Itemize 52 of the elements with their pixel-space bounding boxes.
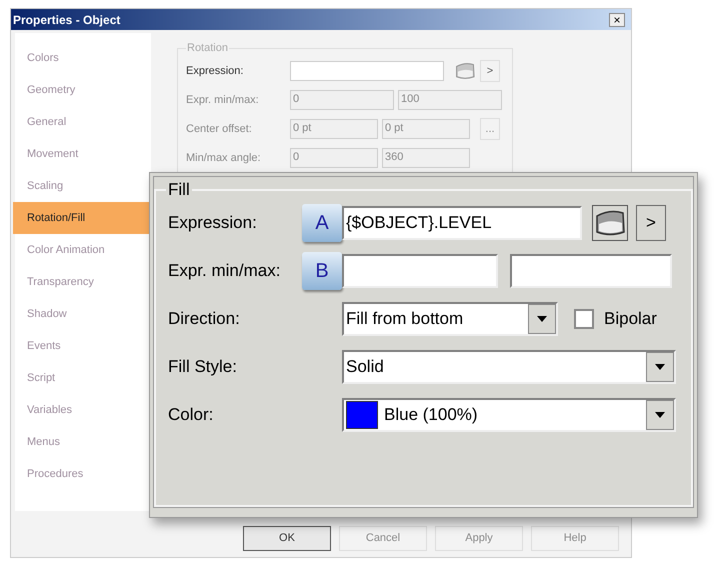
sidebar-item[interactable]: Menus <box>15 426 151 458</box>
field-label: Min/max angle: <box>186 150 262 166</box>
color-dropdown[interactable]: Blue (100%) <box>342 398 676 432</box>
badge: A <box>302 204 342 242</box>
expression-field[interactable]: {$OBJECT}.LEVEL <box>342 206 582 240</box>
min-field[interactable] <box>342 254 498 288</box>
dropdown-arrow-button[interactable] <box>646 352 674 382</box>
window-title: Properties - Object <box>13 12 120 28</box>
sidebar-item[interactable]: Geometry <box>15 74 151 106</box>
dropdown-arrow-button[interactable] <box>528 304 556 334</box>
close-button[interactable]: × <box>609 12 625 26</box>
sidebar-item[interactable]: Transparency <box>15 266 151 298</box>
sidebar-item[interactable]: General <box>15 106 151 138</box>
group-title: Fill <box>167 179 191 201</box>
sidebar-item[interactable]: Color Animation <box>15 234 151 266</box>
sidebar-item[interactable]: Events <box>15 330 151 362</box>
dropdown-value: Solid <box>345 356 385 378</box>
tag-icon <box>454 61 476 81</box>
input-field[interactable] <box>290 61 444 81</box>
group-title: Rotation <box>186 41 229 56</box>
fill-style-dropdown[interactable]: Solid <box>342 350 676 384</box>
sidebar-item[interactable]: Script <box>15 362 151 394</box>
sidebar-item[interactable]: Shadow <box>15 298 151 330</box>
badge: B <box>302 252 342 290</box>
tag-button[interactable] <box>592 204 628 240</box>
more-button[interactable]: > <box>636 204 666 240</box>
caret-icon <box>655 364 665 370</box>
dialog-button[interactable]: OK <box>243 526 331 550</box>
sidebar-item[interactable]: Procedures <box>15 458 151 490</box>
sidebar-item[interactable]: Movement <box>15 138 151 170</box>
caret-icon <box>537 316 547 322</box>
sidebar-item[interactable]: Rotation/Fill <box>13 202 151 234</box>
field-label: Direction: <box>168 308 241 330</box>
field-label: Center offset: <box>186 122 253 137</box>
field-label: Expr. min/max: <box>186 92 260 108</box>
sidebar-item[interactable]: Colors <box>15 42 151 74</box>
caret-icon <box>655 412 665 418</box>
field-label: Color: <box>168 404 214 426</box>
field-label: Fill Style: <box>168 356 238 378</box>
dropdown-value: Blue (100%) <box>383 404 479 426</box>
sidebar-item[interactable]: Scaling <box>15 170 151 202</box>
field-label: Expr. min/max: <box>168 260 282 282</box>
dropdown-arrow-button[interactable] <box>646 400 674 430</box>
sidebar-item[interactable]: Variables <box>15 394 151 426</box>
bipolar-checkbox[interactable] <box>574 308 594 328</box>
max-field[interactable] <box>510 254 672 288</box>
field-label: Expression: <box>186 64 244 79</box>
field-label: Expression: <box>168 212 258 234</box>
checkbox-label: Bipolar <box>604 308 657 330</box>
direction-dropdown[interactable]: Fill from bottom <box>342 302 558 336</box>
dropdown-value: Fill from bottom <box>345 308 464 330</box>
more-button[interactable]: > <box>480 60 500 82</box>
